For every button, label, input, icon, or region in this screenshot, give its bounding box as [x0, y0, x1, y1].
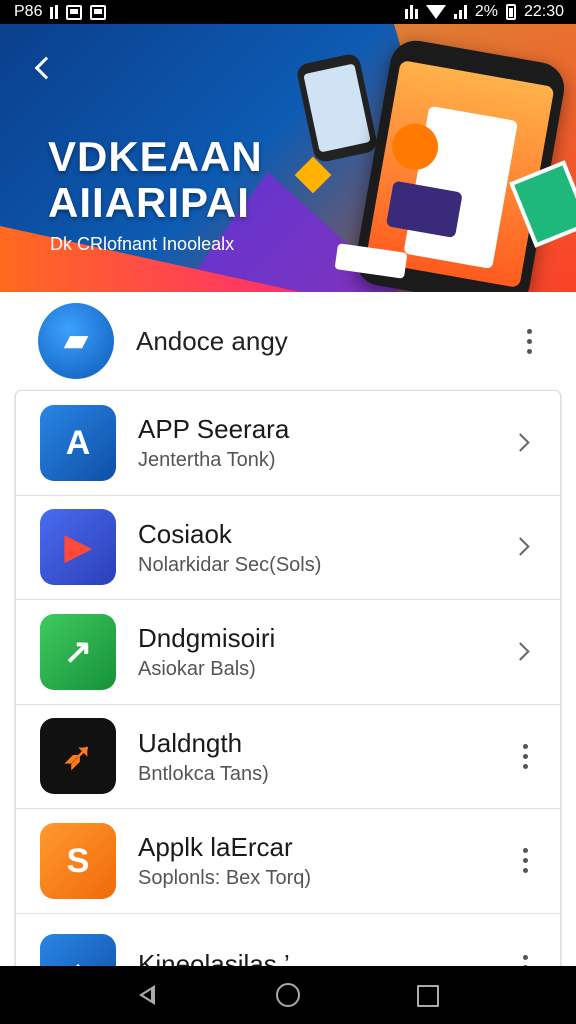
battery-icon	[505, 4, 516, 20]
clock: 22:30	[523, 3, 564, 20]
list-item-text: Ualdngth Bntlokca Tans)	[138, 727, 510, 786]
chevron-right-icon[interactable]	[508, 527, 538, 567]
navigation-bar	[0, 966, 576, 1024]
list-item-title: APP Seerara	[138, 414, 290, 445]
status-right: 2% 22:30	[404, 3, 564, 21]
signal-icon	[50, 5, 59, 19]
list-item[interactable]: ↗ Dndgmisoiri Asiokar Bals)	[16, 600, 560, 705]
diamond-icon	[294, 156, 332, 194]
banner-subtitle: Dk CRlofnant Inoolealx	[50, 234, 235, 254]
vibrate-icon	[404, 5, 418, 19]
list-item-title: Kineolasilas ’	[138, 948, 290, 967]
list-item-title: Applk laErcar	[138, 832, 293, 863]
app-store-icon: A	[40, 404, 116, 481]
app-list: A APP Seerara Jentertha Tonk) ▶ Cosiaok …	[15, 390, 561, 966]
list-item[interactable]: ▶ Cosiaok Nolarkidar Sec(Sols)	[16, 496, 560, 600]
list-item[interactable]: A APP Seerara Jentertha Tonk)	[16, 391, 560, 496]
list-item-text: Cosiaok Nolarkidar Sec(Sols)	[138, 518, 508, 577]
more-vert-icon[interactable]	[510, 948, 540, 966]
list-item-subtitle: Bntlokca Tans)	[138, 762, 269, 785]
list-item-subtitle: Jentertha Tonk)	[138, 449, 276, 472]
list-item-title: Cosiaok	[138, 518, 232, 549]
list-item-title: Ualdngth	[138, 727, 243, 758]
featured-row[interactable]: ▰ Andoce angy	[0, 292, 576, 390]
status-bar: P86 2% 22:30	[0, 0, 576, 24]
list-item[interactable]: S Applk laErcar Soplonls: Bex Torq)	[16, 809, 560, 914]
nav-back-icon[interactable]	[129, 975, 169, 1015]
battery-text: 2%	[474, 3, 498, 20]
list-item-text: Kineolasilas ’	[138, 934, 510, 967]
banner-title-line2: AIIARIPAI	[48, 179, 250, 226]
list-item-title: Dndgmisoiri	[138, 623, 276, 654]
more-vert-icon[interactable]	[514, 321, 544, 361]
notification-icon	[66, 4, 83, 20]
wifi-icon	[425, 5, 446, 19]
back-arrow-icon[interactable]	[28, 52, 60, 84]
status-left: P86	[14, 3, 107, 21]
list-item[interactable]: ⌂ Kineolasilas ’	[16, 914, 560, 967]
nav-home-icon[interactable]	[268, 975, 308, 1015]
phone-illustration-small	[295, 52, 379, 164]
rocket-icon: ➶	[40, 718, 116, 795]
app-list-section: ▰ Andoce angy A APP Seerara Jentertha To…	[0, 292, 576, 966]
chat-bubble-icon: ▰	[38, 303, 114, 379]
nav-recent-icon[interactable]	[407, 975, 447, 1015]
list-item-subtitle: Nolarkidar Sec(Sols)	[138, 553, 322, 576]
featured-title: Andoce angy	[136, 325, 288, 356]
image-notification-icon	[90, 4, 107, 20]
list-item[interactable]: ➶ Ualdngth Bntlokca Tans)	[16, 705, 560, 809]
trend-arrow-icon: ↗	[40, 613, 116, 690]
arrow-play-icon: ▶	[40, 509, 116, 586]
list-item-subtitle: Asiokar Bals)	[138, 658, 256, 681]
banner-title-line1: VDKEAAN	[48, 133, 263, 180]
chevron-right-icon[interactable]	[508, 423, 538, 463]
sync-icon: S	[40, 822, 116, 899]
banner-title: VDKEAAN AIIARIPAI	[48, 134, 263, 226]
more-vert-icon[interactable]	[510, 841, 540, 881]
cell-signal-icon	[453, 5, 467, 19]
more-vert-icon[interactable]	[510, 736, 540, 776]
list-item-text: Dndgmisoiri Asiokar Bals)	[138, 622, 508, 681]
hero-banner: VDKEAAN AIIARIPAI Dk CRlofnant Inoolealx	[0, 24, 576, 292]
list-item-text: APP Seerara Jentertha Tonk)	[138, 413, 508, 472]
status-left-text: P86	[14, 3, 43, 20]
shield-icon: ⌂	[40, 933, 116, 966]
chevron-right-icon[interactable]	[508, 632, 538, 672]
list-item-subtitle: Soplonls: Bex Torq)	[138, 867, 312, 890]
list-item-text: Applk laErcar Soplonls: Bex Torq)	[138, 831, 510, 890]
